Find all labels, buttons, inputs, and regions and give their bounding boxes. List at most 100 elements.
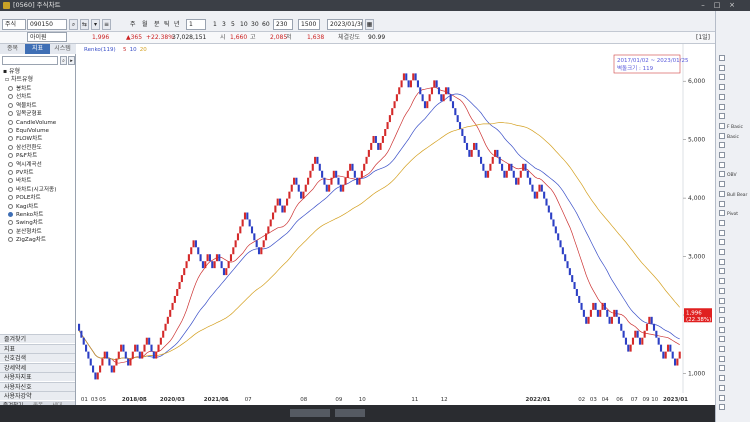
chart-area[interactable]: 1,0002,0003,0004,0005,0006,000Renko(119)… xyxy=(76,44,715,402)
indicator-search-input[interactable] xyxy=(2,56,58,65)
drawing-tool-item[interactable] xyxy=(719,249,747,257)
radio-icon[interactable] xyxy=(8,203,13,209)
interval-30[interactable]: 30 xyxy=(251,20,259,30)
chart-type-item[interactable]: Swing차트 xyxy=(8,219,43,227)
radio-icon[interactable] xyxy=(8,212,13,217)
drawing-tool-item[interactable] xyxy=(719,258,747,267)
drawing-tool-item[interactable] xyxy=(719,219,747,228)
drawing-tool-item[interactable] xyxy=(719,181,747,189)
drawing-tool-item[interactable] xyxy=(719,74,747,82)
radio-icon[interactable] xyxy=(8,153,13,159)
drawing-tool-item[interactable] xyxy=(719,142,747,150)
minimize-icon[interactable]: – xyxy=(697,1,709,10)
radio-icon[interactable] xyxy=(8,161,13,167)
radio-icon[interactable] xyxy=(8,102,13,108)
bottom-menu-item[interactable]: 사용자강약 xyxy=(0,391,75,400)
bottom-menu-item[interactable]: 즐겨찾기 xyxy=(0,334,75,343)
radio-icon[interactable] xyxy=(8,111,13,117)
radio-icon[interactable] xyxy=(8,86,13,91)
interval-5[interactable]: 5 xyxy=(231,20,235,30)
drawing-tool-item[interactable] xyxy=(719,336,747,344)
market-select[interactable]: 주식 xyxy=(2,19,26,30)
interval-10[interactable]: 10 xyxy=(240,20,248,30)
period-month[interactable]: 월 xyxy=(142,20,148,30)
drawing-tool-item[interactable] xyxy=(719,152,747,160)
bottom-menu-item[interactable]: 신호검색 xyxy=(0,353,75,362)
drawing-tool-item[interactable] xyxy=(719,384,747,393)
close-icon[interactable]: × xyxy=(726,1,738,10)
expand-icon[interactable]: ▸ xyxy=(68,56,75,65)
chart-type-item[interactable]: 일목균형표 xyxy=(8,110,42,118)
search-icon[interactable]: ⌕ xyxy=(69,19,78,30)
code-input[interactable]: 090150 xyxy=(27,19,67,30)
tab-indicator[interactable]: 지표 xyxy=(25,44,50,54)
chart-type-item[interactable]: 분산형차트 xyxy=(8,228,42,236)
drawing-tool-item[interactable]: OBV xyxy=(719,171,747,179)
drawing-tool-item[interactable] xyxy=(719,404,747,412)
bottom-menu-item[interactable]: 사용자신호 xyxy=(0,381,75,391)
chart-type-item[interactable]: 바차트 xyxy=(8,177,31,185)
radio-icon[interactable] xyxy=(8,144,13,150)
tab-system[interactable]: 시스템 xyxy=(50,44,75,54)
drawing-tool-item[interactable] xyxy=(719,200,747,209)
drawing-tool-item[interactable]: Basic xyxy=(719,132,747,141)
drawing-tool-item[interactable] xyxy=(719,64,747,73)
chart-type-item[interactable]: 봉차트 xyxy=(8,85,31,93)
bottom-menu-item[interactable]: 지표 xyxy=(0,343,75,353)
drawing-tool-item[interactable] xyxy=(719,268,747,276)
radio-icon[interactable] xyxy=(8,94,13,100)
chart-type-item[interactable]: CandleVolume xyxy=(8,119,56,127)
drawing-tool-item[interactable] xyxy=(719,84,747,92)
drawing-tool-item[interactable] xyxy=(719,278,747,286)
chart-type-item[interactable]: 역물차트 xyxy=(8,102,37,110)
period-tick[interactable]: 틱 xyxy=(164,20,170,30)
chart-type-item[interactable]: POLE차트 xyxy=(8,194,41,202)
drawing-tool-item[interactable] xyxy=(719,394,747,403)
bars-input[interactable]: 1500 xyxy=(298,19,320,30)
drawing-tool-item[interactable] xyxy=(719,229,747,238)
drawing-tool-item[interactable] xyxy=(719,326,747,335)
calendar-icon[interactable]: ▦ xyxy=(365,19,374,30)
radio-icon[interactable] xyxy=(8,195,13,201)
radio-icon[interactable] xyxy=(8,128,13,133)
tree-group[interactable]: ▫ 차트유형 xyxy=(5,76,33,84)
radio-icon[interactable] xyxy=(8,228,13,234)
period-year[interactable]: 년 xyxy=(174,20,180,30)
taskbar-item[interactable] xyxy=(335,409,365,417)
drawing-tool-item[interactable] xyxy=(719,287,747,296)
drawing-tool-item[interactable]: Bull Bear xyxy=(719,190,747,199)
chart-type-item[interactable]: ZigZag차트 xyxy=(8,236,46,244)
chart-type-item[interactable]: P&F차트 xyxy=(8,152,37,160)
drawing-tool-item[interactable] xyxy=(719,316,747,325)
drawing-tool-item[interactable] xyxy=(719,161,747,170)
drawing-tool-item[interactable]: Pivot xyxy=(719,210,747,218)
chart-type-item[interactable]: Kagi차트 xyxy=(8,203,38,211)
taskbar-item[interactable] xyxy=(290,409,330,417)
period-minute[interactable]: 분 xyxy=(154,20,160,30)
chevron-down-icon[interactable]: ▾ xyxy=(91,19,100,30)
radio-icon[interactable] xyxy=(8,136,13,142)
drawing-tool-item[interactable] xyxy=(719,297,747,306)
drawing-tool-item[interactable] xyxy=(719,365,747,373)
day-badge[interactable]: [1일] xyxy=(696,33,710,43)
radio-icon[interactable] xyxy=(8,186,13,192)
interval-60[interactable]: 60 xyxy=(262,20,270,30)
radio-icon[interactable] xyxy=(8,178,13,184)
drawing-tool-item[interactable] xyxy=(719,55,747,63)
drawing-tool-item[interactable] xyxy=(719,346,747,354)
radio-icon[interactable] xyxy=(8,170,13,175)
chart-type-item[interactable]: EquiVolume xyxy=(8,127,49,135)
list-icon[interactable]: ≡ xyxy=(102,19,111,30)
date-input[interactable]: 2023/01/30 xyxy=(327,19,363,30)
tree-root[interactable]: ▪ 유형 xyxy=(3,68,20,76)
chart-type-item[interactable]: 바차트(시고저종) xyxy=(8,186,56,194)
chart-type-item[interactable]: FLOW차트 xyxy=(8,135,42,143)
drawing-tool-item[interactable] xyxy=(719,355,747,364)
link-icon[interactable]: ⇆ xyxy=(80,19,89,30)
drawing-tool-item[interactable] xyxy=(719,375,747,383)
renko-chart[interactable]: 1,0002,0003,0004,0005,0006,000Renko(119)… xyxy=(76,44,715,393)
interval-3[interactable]: 3 xyxy=(222,20,226,30)
chart-type-item[interactable]: 삼선전환도 xyxy=(8,144,42,152)
chart-type-item[interactable]: Renko차트 xyxy=(8,211,43,219)
tab-stock[interactable]: 종목 xyxy=(0,44,25,54)
